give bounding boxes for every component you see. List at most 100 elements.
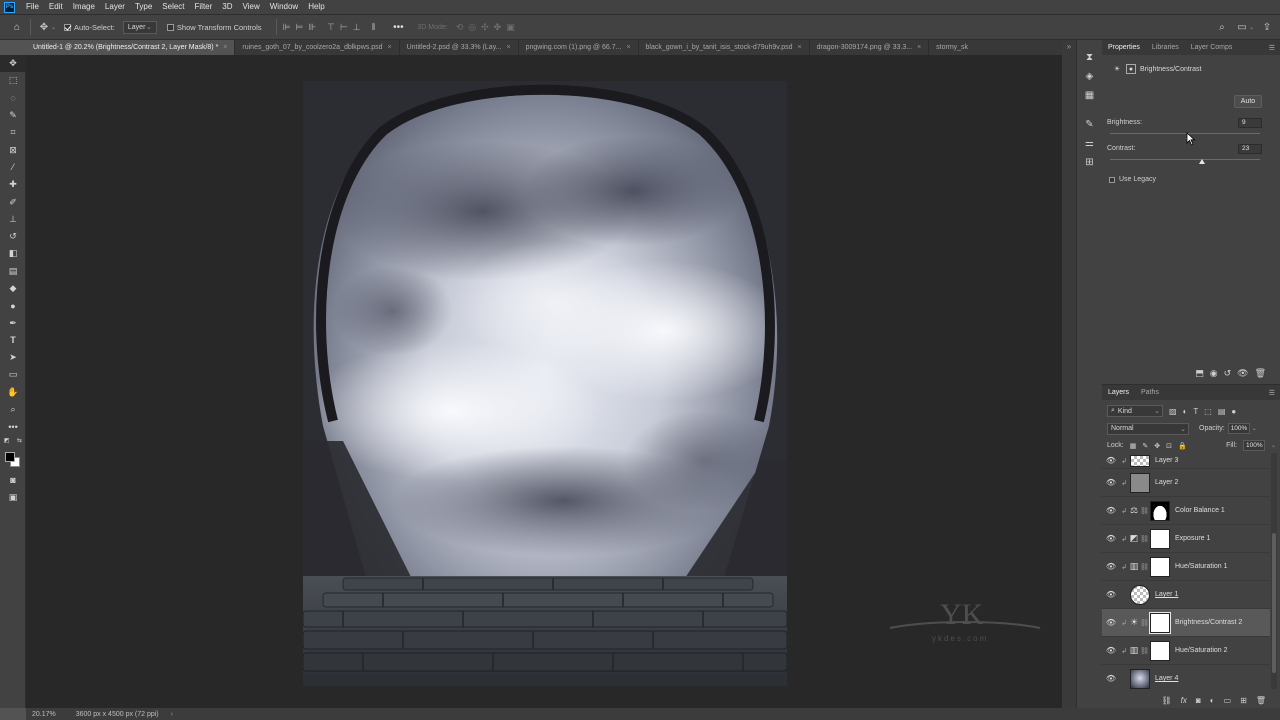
contrast-slider-track[interactable]	[1110, 159, 1260, 160]
chevron-down-icon[interactable]: ⌄	[1252, 425, 1257, 432]
panel-menu-icon[interactable]: ☰	[1269, 389, 1280, 397]
contrast-slider-thumb[interactable]	[1199, 159, 1205, 164]
brightness-contrast-icon[interactable]: ☀	[1112, 64, 1122, 74]
align-center-icon[interactable]: ⊨	[295, 22, 303, 33]
clone-stamp-tool-icon[interactable]: ⊥	[0, 211, 26, 228]
auto-select-check[interactable]	[64, 23, 72, 31]
lock-artboard-icon[interactable]: ⊡	[1166, 442, 1172, 450]
visibility-eye-icon[interactable]: 👁	[1102, 562, 1120, 571]
opacity-input[interactable]: 100%	[1227, 423, 1250, 434]
more-options-icon[interactable]: •••	[391, 20, 405, 34]
workspace-icon[interactable]: ▭	[1235, 20, 1249, 34]
layer-row[interactable]: 👁 ↲ ⚖ ⛓ Color Balance 1	[1102, 497, 1270, 525]
dodge-tool-icon[interactable]: ●	[0, 297, 26, 314]
trash-icon[interactable]: 🗑	[1256, 696, 1266, 705]
align-right-icon[interactable]: ⊪	[308, 22, 316, 33]
lock-image-icon[interactable]: ✎	[1142, 442, 1148, 450]
layer-mask-thumbnail[interactable]	[1150, 528, 1170, 549]
lasso-tool-icon[interactable]: ◌	[0, 90, 26, 107]
doc-tab-black-gown[interactable]: black_gown_i_by_tanit_isis_stock-d79uh9v…	[639, 40, 810, 55]
new-layer-icon[interactable]: ⊞	[1240, 696, 1247, 705]
quick-mask-icon[interactable]: ◙	[0, 472, 26, 489]
doc-tab-stormy[interactable]: stormy_sk	[929, 40, 975, 55]
filter-pixel-icon[interactable]: ▨	[1169, 407, 1177, 416]
quick-select-tool-icon[interactable]: ✎	[0, 107, 26, 124]
pen-tool-icon[interactable]: ✒	[0, 314, 26, 331]
lock-all-icon[interactable]: 🔒	[1178, 442, 1187, 450]
menu-file[interactable]: File	[21, 0, 44, 14]
clip-to-layer-icon[interactable]: ⬒	[1195, 368, 1204, 379]
3d-panel-icon[interactable]: ◈	[1077, 67, 1102, 86]
adjustments-panel-icon[interactable]: ⚌	[1077, 134, 1102, 153]
blend-mode-dropdown[interactable]: Normal ⌄	[1107, 422, 1189, 435]
new-group-icon[interactable]: ▭	[1224, 696, 1232, 705]
history-panel-icon[interactable]: ⧗	[1077, 48, 1102, 67]
auto-select-target-dropdown[interactable]: Layer ⌄	[122, 20, 157, 34]
align-bottom-icon[interactable]: ⊥	[353, 22, 361, 33]
blur-tool-icon[interactable]: ◆	[0, 280, 26, 297]
visibility-eye-icon[interactable]: 👁	[1102, 456, 1120, 465]
history-brush-tool-icon[interactable]: ↺	[0, 228, 26, 245]
marquee-tool-icon[interactable]: ⬚	[0, 72, 26, 89]
contrast-value-input[interactable]: 23	[1238, 144, 1262, 154]
tab-libraries[interactable]: Libraries	[1146, 44, 1185, 51]
brightness-value-input[interactable]: 9	[1238, 118, 1262, 128]
menu-select[interactable]: Select	[157, 0, 189, 14]
auto-select-checkbox[interactable]: Auto-Select:	[64, 23, 115, 32]
visibility-eye-icon[interactable]: 👁	[1102, 534, 1120, 543]
channels-panel-icon[interactable]: ▦	[1077, 86, 1102, 105]
visibility-eye-icon[interactable]: 👁	[1102, 590, 1120, 599]
status-menu-chevron-icon[interactable]: ›	[165, 711, 179, 718]
menu-image[interactable]: Image	[68, 0, 100, 14]
menu-3d[interactable]: 3D	[217, 0, 237, 14]
doc-tab-untitled-2[interactable]: Untitled-2.psd @ 33.3% (Lay... ×	[400, 40, 519, 55]
3d-scale-icon[interactable]: ▣	[506, 22, 515, 33]
path-select-tool-icon[interactable]: ➤	[0, 349, 26, 366]
new-adjustment-icon[interactable]: ◐	[1210, 696, 1215, 705]
use-legacy-check[interactable]	[1109, 176, 1115, 183]
layer-style-icon[interactable]: fx	[1181, 696, 1187, 705]
chain-link-icon[interactable]: ⛓	[1140, 619, 1149, 627]
document-canvas[interactable]	[303, 81, 787, 686]
zoom-level[interactable]: 20.17%	[26, 711, 62, 718]
edit-toolbar-icon[interactable]: •••	[0, 418, 26, 435]
frame-tool-icon[interactable]: ⊠	[0, 141, 26, 158]
view-previous-icon[interactable]: ◉	[1210, 368, 1218, 379]
healing-brush-tool-icon[interactable]: ✚	[0, 176, 26, 193]
layer-row[interactable]: 👁 Layer 4	[1102, 665, 1270, 689]
doc-tab-ruines[interactable]: ruines_goth_07_by_coolzero2a_dblkpws.psd…	[235, 40, 400, 55]
layer-row[interactable]: 👁 ↲ Layer 2	[1102, 469, 1270, 497]
chain-link-icon[interactable]: ⛓	[1140, 647, 1149, 655]
layer-mask-thumbnail[interactable]	[1150, 500, 1170, 521]
gradient-tool-icon[interactable]: ▤	[0, 263, 26, 280]
visibility-eye-icon[interactable]: 👁	[1102, 478, 1120, 487]
tab-properties[interactable]: Properties	[1102, 44, 1146, 51]
visibility-eye-icon[interactable]: 👁	[1102, 506, 1120, 515]
close-icon[interactable]: ×	[223, 44, 227, 51]
visibility-eye-icon[interactable]: 👁	[1102, 674, 1120, 683]
layer-mask-thumbnail[interactable]	[1149, 611, 1171, 634]
3d-roll-icon[interactable]: ◎	[468, 22, 476, 33]
chevron-down-icon[interactable]: ⌄	[1271, 442, 1276, 449]
chevron-down-icon[interactable]: ⌄	[51, 24, 56, 31]
tab-paths[interactable]: Paths	[1135, 389, 1165, 396]
layer-mask-thumbnail[interactable]	[1150, 556, 1170, 577]
align-middle-icon[interactable]: ⊢	[340, 22, 348, 33]
distribute-icon[interactable]: ⫴	[372, 22, 376, 33]
close-icon[interactable]: ×	[507, 44, 511, 51]
layer-row[interactable]: 👁 ↲ ◩ ⛓ Exposure 1	[1102, 525, 1270, 553]
doc-tab-pngwing[interactable]: pngwing.com (1).png @ 66.7... ×	[519, 40, 639, 55]
filter-adjustment-icon[interactable]: ◐	[1183, 407, 1188, 416]
type-tool-icon[interactable]: T	[0, 332, 26, 349]
layer-row[interactable]: 👁 ↲ ▥ ⛓ Hue/Saturation 1	[1102, 553, 1270, 581]
menu-edit[interactable]: Edit	[44, 0, 68, 14]
lock-pixels-icon[interactable]: ▦	[1130, 442, 1137, 450]
visibility-icon[interactable]: 👁	[1237, 368, 1248, 379]
shape-tool-icon[interactable]: ▭	[0, 366, 26, 383]
reset-icon[interactable]: ↺	[1224, 368, 1232, 379]
close-icon[interactable]: ×	[917, 44, 921, 51]
menu-help[interactable]: Help	[303, 0, 329, 14]
menu-layer[interactable]: Layer	[100, 0, 130, 14]
default-colors-icon[interactable]: ◩	[4, 437, 10, 444]
layer-row[interactable]: 👁 Layer 1	[1102, 581, 1270, 609]
